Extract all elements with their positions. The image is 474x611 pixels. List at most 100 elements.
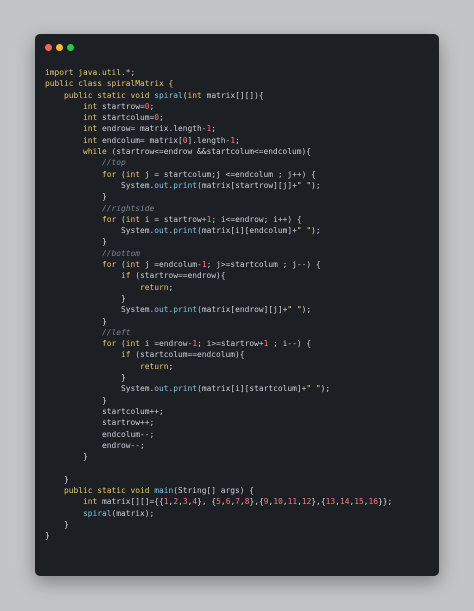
code-line: public static void spiral(int matrix[][]…	[45, 90, 392, 101]
code-token: for	[45, 339, 117, 349]
code-token: while	[45, 147, 107, 157]
code-token: int	[45, 497, 98, 507]
code-token: //bottom	[45, 248, 141, 258]
code-token: (	[116, 339, 126, 349]
code-token: (	[116, 169, 126, 179]
code-token: ].length-	[187, 135, 231, 145]
code-line: endcolum--;	[45, 429, 392, 440]
code-token: startcolum++;	[45, 406, 164, 416]
code-token: }	[45, 395, 107, 405]
code-token: 15	[354, 497, 364, 507]
code-token: //rightside	[45, 203, 155, 213]
code-token: int	[45, 135, 98, 145]
code-token: ;	[168, 282, 174, 292]
code-token: 10	[273, 497, 283, 507]
code-line: }	[45, 474, 392, 485]
code-line: public static void main(String[] args) {	[45, 485, 392, 496]
code-token: spiral	[45, 508, 112, 518]
code-token: " "	[306, 384, 321, 394]
code-line: //rightside	[45, 203, 392, 214]
code-token: ;	[168, 361, 174, 371]
code-token: );	[311, 226, 321, 236]
code-token: 16	[368, 497, 379, 507]
code-token: ;	[235, 135, 240, 145]
code-line: }	[45, 236, 392, 247]
code-token: endrow= matrix.length-	[97, 124, 207, 134]
code-token: }	[45, 531, 50, 541]
code-token: j =endcolum-	[140, 260, 202, 270]
code-line: int matrix[][]={{1,2,3,4}, {5,6,7,8},{9,…	[45, 496, 392, 507]
code-token: ;	[159, 113, 164, 123]
code-token: out	[154, 384, 169, 394]
code-line: System.out.print(matrix[i][startcolum]+"…	[45, 383, 392, 394]
code-token: (startrow==endrow){	[130, 271, 226, 281]
code-token: matrix[][]={{	[97, 497, 164, 507]
code-token: matrix[][]){	[201, 90, 264, 100]
code-line: if (startrow==endrow){	[45, 270, 392, 281]
code-token: out	[154, 180, 169, 190]
code-token: " "	[296, 180, 312, 190]
code-line: for (int i = startrow+1; i<=endrow; i++)…	[45, 214, 392, 225]
code-token: public static void	[45, 485, 155, 495]
code-line: if (startcolum==endcolum){	[45, 349, 392, 360]
code-token: endrow--;	[45, 440, 145, 450]
code-line: //bottom	[45, 248, 392, 259]
code-token: if	[45, 271, 131, 281]
code-line: startrow++;	[45, 417, 392, 428]
code-token: return	[45, 282, 169, 292]
code-token: (startcolum==endcolum){	[130, 350, 245, 360]
code-token: int	[125, 214, 141, 224]
code-token: for	[45, 214, 117, 224]
code-line: }	[45, 519, 392, 530]
code-token: (matrix);	[111, 508, 155, 518]
code-token: 11	[287, 497, 298, 507]
code-line: public class spiralMatrix {	[45, 78, 392, 89]
code-line: }	[45, 372, 392, 383]
code-token: (matrix[endrow][j]+	[197, 305, 288, 315]
code-token: endcolum--;	[45, 429, 155, 439]
code-token: ; j>=startcolum ; j--) {	[206, 260, 321, 270]
code-line: for (int j = startcolum;j <=endcolum ; j…	[45, 169, 392, 180]
code-token: }	[45, 316, 107, 326]
code-token: ; i>=startrow+	[197, 339, 264, 349]
code-token: System.	[45, 180, 155, 190]
code-token: int	[187, 90, 202, 100]
code-token: int	[125, 260, 141, 270]
code-token: i =endrow-	[140, 339, 193, 349]
code-token: }	[45, 237, 107, 247]
code-token: out	[154, 226, 169, 236]
code-line: for (int j =endcolum-1; j>=startcolum ; …	[45, 259, 392, 270]
code-token: (String[] args) {	[173, 485, 255, 495]
minimize-dot-icon[interactable]	[56, 44, 63, 51]
code-token: }, {	[197, 497, 217, 507]
code-token: startcolum=	[97, 113, 155, 123]
code-token: (startrow<=endrow &&startcolum<=endcolum…	[106, 147, 312, 157]
code-token: startrow++;	[45, 418, 155, 428]
code-line: int startrow=0;	[45, 101, 392, 112]
code-token: }	[45, 373, 126, 383]
code-token: System.	[45, 226, 155, 236]
code-token: );	[320, 384, 331, 394]
code-token: );	[311, 180, 321, 190]
code-token: }	[45, 192, 107, 202]
code-token: System.	[45, 384, 155, 394]
code-token: out	[154, 305, 169, 315]
code-token: public class spiralMatrix {	[45, 79, 174, 89]
code-line: endrow--;	[45, 440, 392, 451]
code-token: );	[301, 305, 312, 315]
code-token: }	[45, 519, 69, 529]
code-token: ;	[149, 101, 155, 111]
code-token: //top	[45, 158, 126, 168]
code-token: " "	[296, 226, 312, 236]
code-token: (matrix[startrow][j]+	[197, 180, 297, 190]
code-token: endcolum= matrix[	[97, 135, 183, 145]
code-window: import java.util.*; public class spiralMa…	[35, 34, 439, 576]
close-dot-icon[interactable]	[45, 44, 52, 51]
code-token: ; i<=endrow; i++) {	[211, 214, 302, 224]
code-token: i = startrow+	[140, 214, 207, 224]
code-line: spiral(matrix);	[45, 508, 392, 519]
code-token: //left	[45, 327, 131, 337]
code-line: }	[45, 395, 392, 406]
maximize-dot-icon[interactable]	[67, 44, 74, 51]
code-token: },{	[249, 497, 264, 507]
